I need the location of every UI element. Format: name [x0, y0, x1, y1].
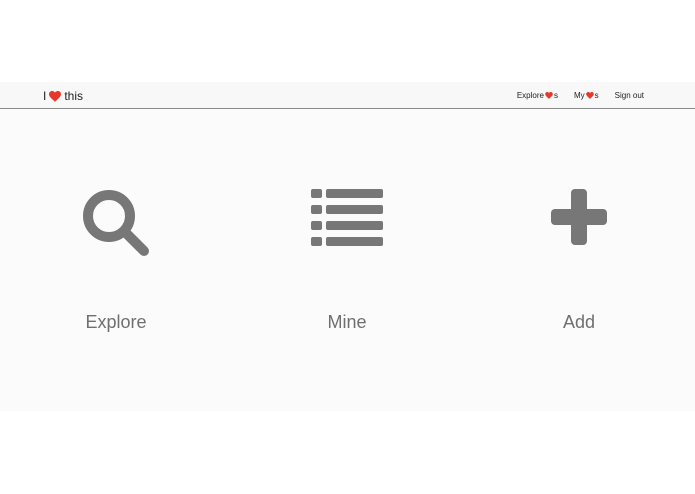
search-icon [82, 189, 150, 262]
navbar: I this Explore s My s Sign out [0, 82, 695, 109]
nav-links: Explore s My s Sign out [501, 91, 644, 100]
mine-tile[interactable]: Mine [267, 182, 427, 342]
nav-explore-suffix: s [553, 91, 558, 100]
nav-my-suffix: s [594, 91, 599, 100]
brand-suffix: this [64, 89, 84, 103]
nav-my-link[interactable]: My s [574, 91, 599, 100]
nav-sign-out-link[interactable]: Sign out [615, 91, 644, 100]
mine-label: Mine [327, 312, 367, 332]
brand-link[interactable]: I this [43, 89, 83, 103]
brand-prefix: I [43, 89, 47, 103]
explore-label: Explore [85, 312, 147, 332]
app-container: I this Explore s My s Sign out Explore M… [0, 82, 695, 411]
nav-sign-out-label: Sign out [614, 91, 644, 100]
nav-explore-prefix: Explore [516, 91, 544, 100]
list-icon [311, 189, 383, 251]
heart-icon [545, 92, 553, 99]
add-tile[interactable]: Add [499, 182, 659, 342]
explore-tile[interactable]: Explore [36, 182, 196, 342]
nav-my-prefix: My [573, 91, 585, 100]
add-label: Add [562, 312, 596, 332]
nav-explore-link[interactable]: Explore s [517, 91, 558, 100]
heart-icon [49, 90, 62, 102]
plus-icon [551, 189, 607, 250]
heart-icon [585, 92, 594, 99]
